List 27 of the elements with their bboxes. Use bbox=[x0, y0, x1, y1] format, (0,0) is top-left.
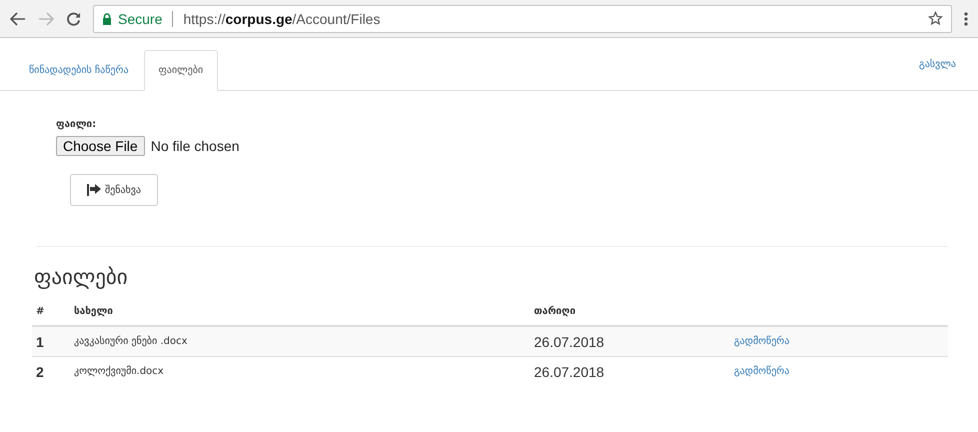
table-cell-text: 26.07.2018 bbox=[534, 334, 606, 350]
download-link[interactable]: გადმოწერა bbox=[734, 366, 790, 377]
download-link[interactable]: გადმოწერა bbox=[734, 336, 790, 347]
table-cell-text: 26.07.2018 bbox=[534, 364, 606, 380]
column-header: სახელი bbox=[74, 306, 114, 316]
table-cell-text: კოლოქვიუმი.docx bbox=[74, 366, 165, 377]
table-cell-text: კავკასიური ენები .docx bbox=[74, 336, 188, 347]
nav-tab[interactable]: წინადადების ჩაწერა bbox=[14, 50, 144, 91]
column-header: # bbox=[36, 306, 46, 316]
lock-icon bbox=[102, 12, 112, 24]
star-icon[interactable] bbox=[928, 11, 943, 26]
table-cell-text: 1 bbox=[36, 334, 45, 350]
secure-label: Secure bbox=[118, 10, 162, 26]
reload-icon[interactable] bbox=[66, 11, 81, 26]
save-button[interactable]: შენახვა bbox=[70, 174, 158, 206]
address-bar[interactable]: Secure https://corpus.ge/Account/Files bbox=[93, 4, 952, 32]
choose-file-button[interactable]: Choose File bbox=[56, 136, 145, 156]
url-text: https://corpus.ge/Account/Files bbox=[183, 10, 380, 26]
file-label: ფაილი: bbox=[56, 119, 96, 130]
nav-tab[interactable]: ფაილები bbox=[144, 50, 218, 91]
back-icon[interactable] bbox=[10, 12, 26, 26]
logout-link[interactable]: გასვლა bbox=[919, 58, 956, 70]
file-status: No file chosen bbox=[150, 138, 240, 154]
column-header: თარიღი bbox=[534, 306, 576, 316]
section-heading: ფაილები bbox=[34, 265, 129, 289]
menu-icon[interactable] bbox=[964, 12, 968, 26]
table-cell-text: 2 bbox=[36, 364, 45, 380]
